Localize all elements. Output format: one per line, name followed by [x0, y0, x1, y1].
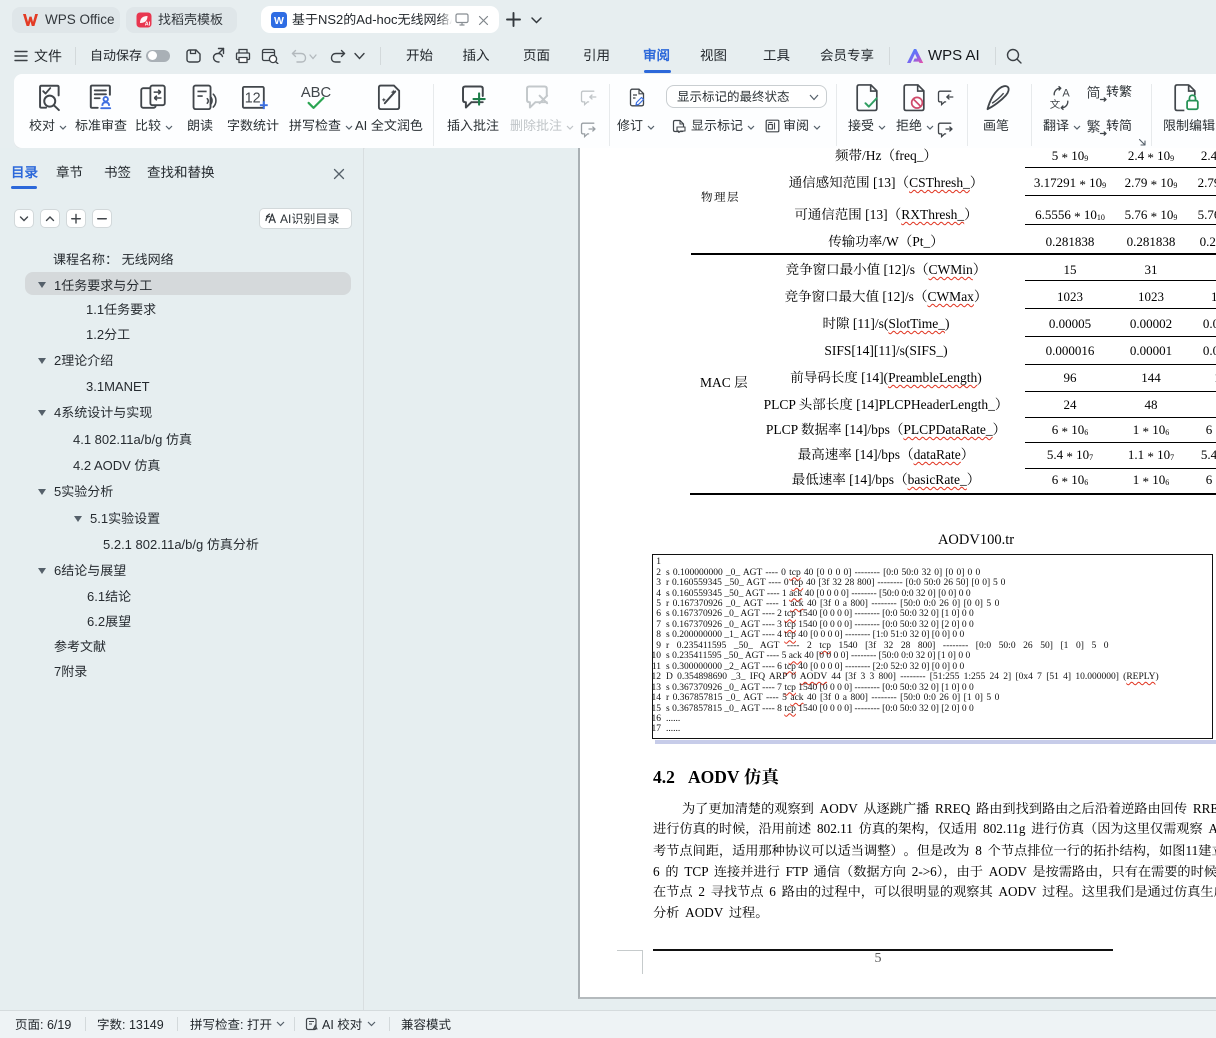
svg-text:A: A [1062, 88, 1070, 100]
svg-text:文: 文 [1050, 97, 1061, 111]
svg-text:W: W [274, 15, 284, 27]
svg-text:ABC: ABC [301, 85, 332, 101]
svg-text:AI: AI [145, 22, 151, 28]
svg-text:繁: 繁 [1087, 118, 1101, 137]
svg-text:简: 简 [1087, 84, 1101, 103]
svg-text:12: 12 [245, 91, 261, 107]
